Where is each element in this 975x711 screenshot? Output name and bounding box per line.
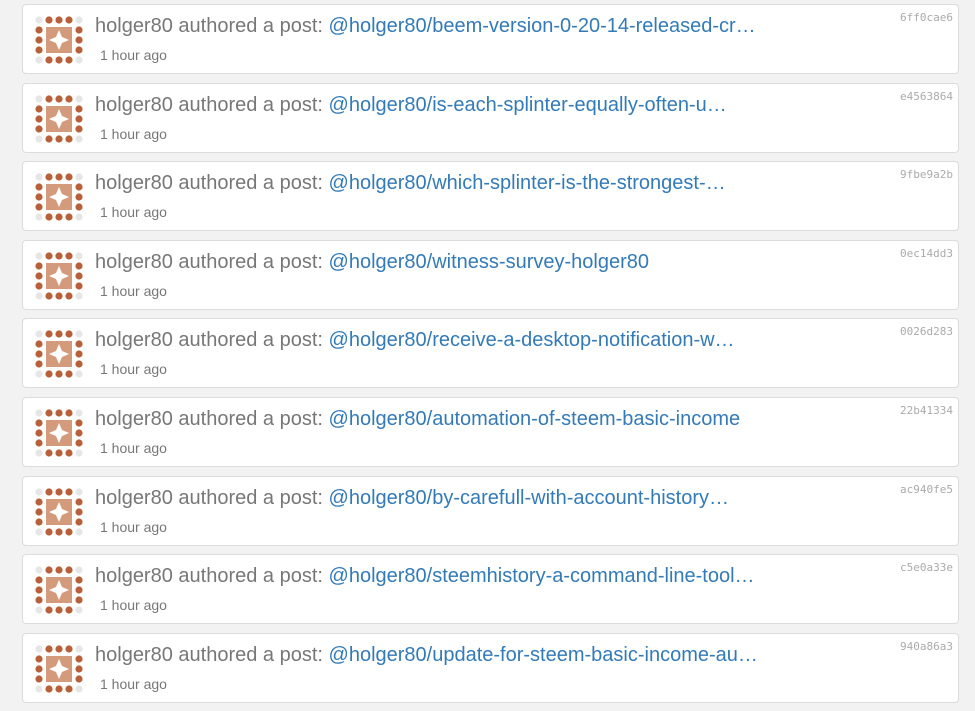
feed-item: holger80 authored a post: @holger80/auto… — [22, 396, 959, 467]
post-link[interactable]: @holger80/update-for-steem-basic-income-… — [329, 644, 758, 666]
timestamp: 1 hour ago — [100, 439, 167, 456]
action-text: authored a post: — [172, 407, 329, 430]
post-link[interactable]: @holger80/which-splinter-is-the-stronges… — [329, 172, 726, 194]
action-text: authored a post: — [172, 329, 329, 352]
feed-item: holger80 authored a post: @holger80/by-c… — [22, 475, 959, 546]
timestamp: 1 hour ago — [100, 675, 167, 692]
activity-text: holger80 authored a post: @holger80/rece… — [95, 329, 735, 352]
timestamp: 1 hour ago — [100, 125, 167, 142]
action-text: authored a post: — [172, 15, 329, 37]
transaction-hash[interactable]: c5e0a33e — [900, 561, 953, 574]
avatar-identicon-icon[interactable] — [35, 566, 83, 614]
transaction-hash[interactable]: e4563864 — [900, 90, 953, 103]
author-link[interactable]: holger80 — [95, 487, 173, 509]
author-link[interactable]: holger80 — [95, 172, 173, 194]
timestamp: 1 hour ago — [100, 361, 167, 378]
author-link[interactable]: holger80 — [95, 251, 173, 273]
timestamp: 1 hour ago — [100, 204, 167, 221]
post-link[interactable]: @holger80/steemhistory-a-command-line-to… — [329, 565, 755, 587]
action-text: authored a post: — [172, 250, 329, 273]
transaction-hash[interactable]: 0026d283 — [900, 325, 953, 338]
feed-item: holger80 authored a post: @holger80/rece… — [22, 318, 959, 389]
avatar-identicon-icon[interactable] — [35, 409, 83, 457]
author-link[interactable]: holger80 — [95, 329, 173, 351]
author-link[interactable]: holger80 — [95, 644, 173, 666]
post-link[interactable]: @holger80/witness-survey-holger80 — [329, 251, 649, 273]
avatar-identicon-icon[interactable] — [35, 94, 83, 143]
activity-feed: holger80 authored a post: @holger80/beem… — [22, 4, 959, 711]
feed-item: holger80 authored a post: @holger80/stee… — [22, 554, 959, 625]
timestamp: 1 hour ago — [100, 518, 167, 535]
timestamp: 1 hour ago — [100, 47, 167, 63]
activity-text: holger80 authored a post: @holger80/stee… — [95, 565, 755, 588]
author-link[interactable]: holger80 — [95, 94, 173, 116]
action-text: authored a post: — [172, 486, 329, 509]
avatar-identicon-icon[interactable] — [35, 330, 83, 378]
activity-text: holger80 authored a post: @holger80/upda… — [95, 644, 758, 667]
transaction-hash[interactable]: 940a86a3 — [900, 640, 953, 653]
activity-text: holger80 authored a post: @holger80/witn… — [95, 251, 649, 274]
avatar-identicon-icon[interactable] — [35, 252, 83, 300]
transaction-hash[interactable]: 9fbe9a2b — [900, 168, 953, 181]
activity-text: holger80 authored a post: @holger80/is-e… — [95, 94, 727, 117]
transaction-hash[interactable]: 0ec14dd3 — [900, 247, 953, 260]
action-text: authored a post: — [172, 565, 329, 588]
action-text: authored a post: — [172, 643, 329, 666]
transaction-hash[interactable]: 6ff0cae6 — [900, 11, 953, 24]
feed-item: holger80 authored a post: @holger80/whic… — [22, 161, 959, 232]
action-text: authored a post: — [172, 93, 329, 116]
author-link[interactable]: holger80 — [95, 565, 173, 587]
activity-text: holger80 authored a post: @holger80/whic… — [95, 172, 726, 195]
avatar-identicon-icon[interactable] — [35, 487, 83, 536]
avatar-identicon-icon[interactable] — [35, 645, 83, 693]
timestamp: 1 hour ago — [100, 282, 167, 299]
avatar-identicon-icon[interactable] — [35, 173, 83, 221]
feed-item: holger80 authored a post: @holger80/upda… — [22, 632, 959, 703]
activity-text: holger80 authored a post: @holger80/auto… — [95, 408, 740, 431]
post-link[interactable]: @holger80/is-each-splinter-equally-often… — [329, 94, 727, 116]
post-link[interactable]: @holger80/by-carefull-with-account-histo… — [329, 487, 729, 509]
post-link[interactable]: @holger80/automation-of-steem-basic-inco… — [329, 408, 741, 430]
author-link[interactable]: holger80 — [95, 408, 173, 430]
post-link[interactable]: @holger80/receive-a-desktop-notification… — [329, 329, 735, 351]
action-text: authored a post: — [172, 172, 329, 195]
activity-text: holger80 authored a post: @holger80/beem… — [95, 15, 756, 38]
transaction-hash[interactable]: 22b41334 — [900, 404, 953, 417]
feed-item: holger80 authored a post: @holger80/is-e… — [22, 82, 959, 153]
post-link[interactable]: @holger80/beem-version-0-20-14-released-… — [329, 15, 756, 37]
feed-item: holger80 authored a post: @holger80/witn… — [22, 239, 959, 310]
transaction-hash[interactable]: ac940fe5 — [900, 483, 953, 496]
activity-text: holger80 authored a post: @holger80/by-c… — [95, 487, 729, 510]
timestamp: 1 hour ago — [100, 597, 167, 614]
avatar-identicon-icon[interactable] — [35, 16, 83, 64]
author-link[interactable]: holger80 — [95, 15, 173, 37]
feed-item: holger80 authored a post: @holger80/beem… — [22, 4, 959, 74]
